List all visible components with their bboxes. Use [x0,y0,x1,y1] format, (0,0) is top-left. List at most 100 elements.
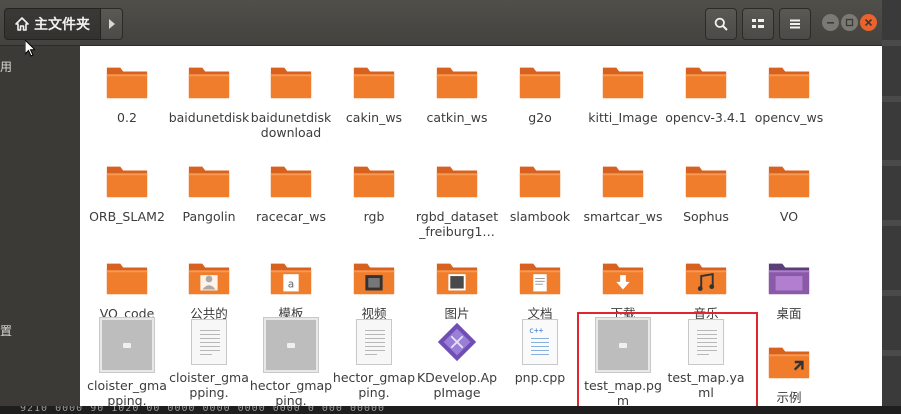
file-item[interactable]: catkin_ws [415,58,499,125]
file-item[interactable]: ORB_SLAM2 [85,157,169,224]
file-item[interactable]: 图片 [415,254,499,321]
file-item[interactable]: 视频 [332,254,416,321]
mouse-pointer-icon [25,40,35,57]
sidebar-clipped: 用 置 [0,46,80,414]
file-item[interactable]: 0.2 [85,58,169,125]
file-icon-wrap [433,157,481,205]
file-icon-wrap [765,157,813,205]
maximize-button[interactable] [841,14,858,31]
file-item[interactable]: rgb [332,157,416,224]
minimize-button[interactable] [822,14,839,31]
file-name: opencv-3.4.1 [665,110,747,125]
file-icon-wrap [98,316,156,374]
file-name: slambook [509,209,571,224]
view-toggle-button[interactable] [742,8,774,40]
file-item[interactable]: Sophus [664,157,748,224]
file-item[interactable]: hector_gmapping. [332,318,416,400]
file-icon-wrap [682,157,730,205]
image-thumbnail-icon [264,318,318,372]
file-item[interactable]: KDevelop.AppImage [415,318,499,400]
window-controls [822,14,877,31]
file-item[interactable]: hector_gmapping. [249,316,333,408]
file-item[interactable]: 音乐 [664,254,748,321]
file-icon-wrap [185,318,233,366]
folder-icon [768,67,810,99]
file-item[interactable]: baidunetdisk [167,58,251,125]
folder-icon [106,263,148,295]
close-icon [864,18,873,27]
file-item[interactable]: slambook [498,157,582,224]
file-name: Pangolin [182,209,236,224]
file-icon-wrap [765,338,813,386]
file-icon-wrap [103,157,151,205]
file-name: baidunetdiskdownload [250,110,332,140]
home-icon [15,17,29,31]
file-item[interactable]: 文档 [498,254,582,321]
file-name: 示例 [776,390,802,405]
file-icon-wrap [516,157,564,205]
file-item[interactable]: a 模板 [249,254,333,321]
file-icon-wrap [765,58,813,106]
file-name: baidunetdisk [168,110,250,125]
svg-text:a: a [288,279,294,291]
file-icon-wrap [267,157,315,205]
search-icon [714,17,728,31]
file-name: Sophus [683,209,729,224]
sidebar-fragment: 置 [0,324,13,338]
search-button[interactable] [705,8,737,40]
path-home-button[interactable]: 主文件夹 [4,8,101,40]
folder-icon [519,67,561,99]
folder-icon [685,166,727,198]
file-item[interactable]: 公共的 [167,254,251,321]
minimize-icon [827,22,834,24]
file-item[interactable]: VO [747,157,831,224]
folder-icon [685,263,727,295]
file-icon-wrap [433,58,481,106]
file-name: 0.2 [117,110,137,125]
file-item[interactable]: opencv-3.4.1 [664,58,748,125]
file-grid: 0.2 baidunetdisk baidunetdiskdownload cakin… [80,46,882,408]
path-forward-button[interactable] [101,8,123,40]
file-icon-wrap [350,318,398,366]
file-item[interactable]: 示例 [747,338,831,405]
file-item[interactable]: racecar_ws [249,157,333,224]
file-icon-wrap [682,254,730,302]
file-name: cloister_gmapping. [169,370,249,400]
close-button[interactable] [860,14,877,31]
file-name: g2o [528,110,552,125]
file-item[interactable]: g2o [498,58,582,125]
file-item[interactable]: Pangolin [167,157,251,224]
file-item[interactable]: c++ pnp.cpp [498,318,582,385]
desktop-folder-icon [768,263,810,295]
file-name: KDevelop.AppImage [416,370,498,400]
file-icon-wrap [350,157,398,205]
folder-icon [353,166,395,198]
file-item[interactable]: kitti_Image [581,58,665,125]
folder-icon [519,263,561,295]
file-item[interactable]: 下载 [581,254,665,321]
folder-icon: a [270,263,312,295]
file-item[interactable]: rgbd_dataset_freiburg1… [415,157,499,239]
file-icon-wrap [185,157,233,205]
file-item[interactable]: 桌面 [747,254,831,321]
file-item[interactable]: cakin_ws [332,58,416,125]
file-icon-wrap [599,254,647,302]
path-bar: 主文件夹 [4,8,123,40]
background-terminal-bottom: 9210 0000 90 1020 00 0000 0000 0000 0000… [0,406,901,414]
file-icon-wrap [682,58,730,106]
text-file-icon [191,319,227,365]
cpp-file-icon: c++ [522,319,558,365]
file-name: racecar_ws [255,209,327,224]
file-item[interactable]: baidunetdiskdownload [249,58,333,140]
maximize-icon [845,18,854,27]
file-item[interactable]: cloister_gmapping. [167,318,251,400]
file-icon-wrap [599,58,647,106]
folder-icon [602,263,644,295]
file-name: smartcar_ws [583,209,663,224]
menu-button[interactable] [779,8,811,40]
file-name: hector_gmapping. [332,370,416,400]
file-item[interactable]: opencv_ws [747,58,831,125]
file-item[interactable]: cloister_gmapping. [85,316,169,408]
file-item[interactable]: VO_code [85,254,169,321]
file-item[interactable]: smartcar_ws [581,157,665,224]
